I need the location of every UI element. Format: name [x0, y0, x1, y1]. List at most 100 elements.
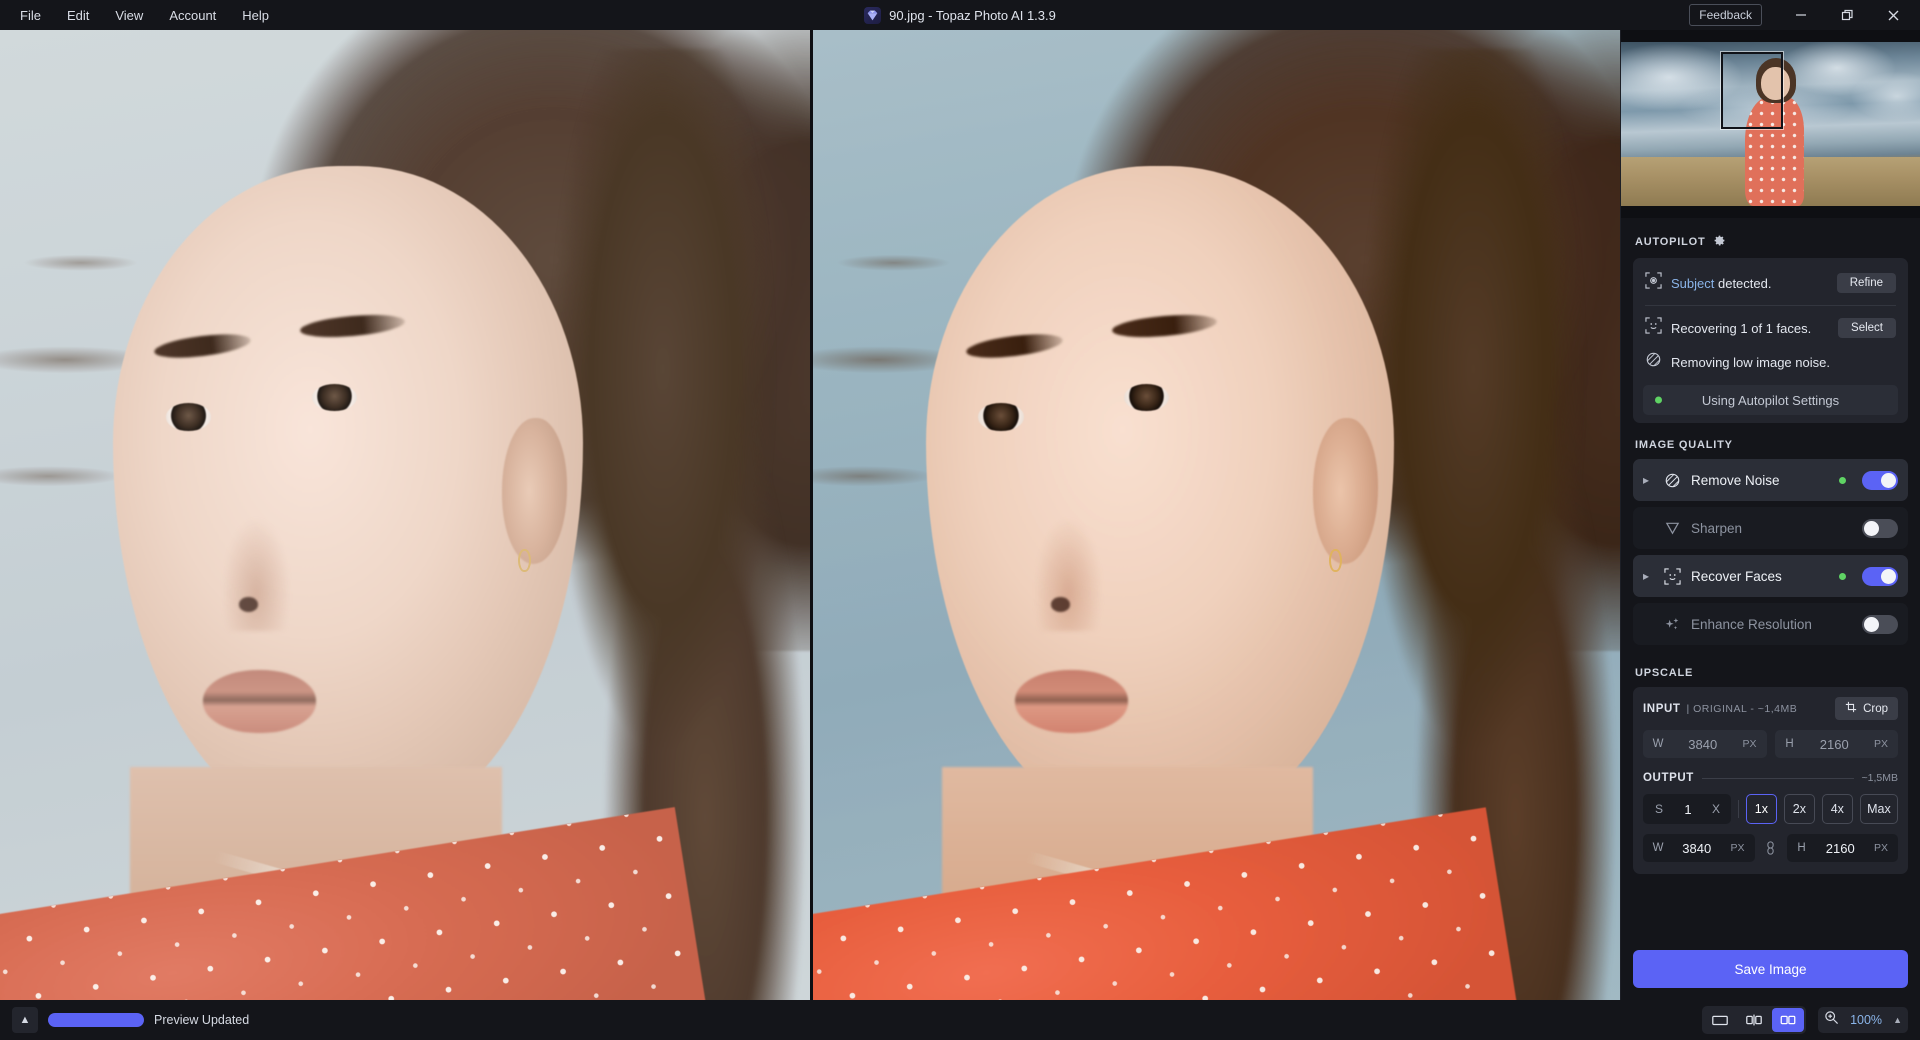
save-image-button[interactable]: Save Image [1633, 950, 1908, 988]
menu-edit[interactable]: Edit [55, 3, 101, 28]
scale-button-max[interactable]: Max [1859, 794, 1899, 824]
menu-file[interactable]: File [8, 3, 53, 28]
crop-label: Crop [1863, 702, 1888, 715]
chevron-up-icon[interactable]: ▲ [12, 1007, 38, 1033]
scale-button-1x[interactable]: 1x [1745, 794, 1777, 824]
output-height-field[interactable]: H 2160 PX [1786, 834, 1898, 862]
toggle-recover-faces[interactable] [1862, 566, 1898, 586]
menu-view[interactable]: View [103, 3, 155, 28]
input-header: INPUT | ORIGINAL - ~1,4MB Crop [1643, 697, 1898, 720]
scale-button-4x[interactable]: 4x [1821, 794, 1853, 824]
status-bar: ▲ Preview Updated 100% ▲ [0, 1000, 1920, 1040]
window-controls: Feedback [1689, 0, 1920, 30]
image-quality-title: IMAGE QUALITY [1635, 439, 1733, 451]
filter-row-remove-noise[interactable]: ▸ Remove Noise [1633, 459, 1908, 501]
crop-icon [1845, 701, 1857, 716]
input-height-unit: PX [1873, 738, 1888, 750]
scale-s-value[interactable]: 1 [1671, 802, 1705, 817]
autopilot-divider [1645, 305, 1896, 306]
filter-row-sharpen[interactable]: ▸ Sharpen [1633, 507, 1908, 549]
image-navigator[interactable] [1621, 30, 1920, 218]
zoom-group: 100% ▲ [1818, 1007, 1908, 1033]
minimize-icon[interactable] [1778, 0, 1824, 30]
view-mode-group [1702, 1006, 1807, 1034]
toggle-remove-noise[interactable] [1862, 470, 1898, 490]
autopilot-settings-label: Using Autopilot Settings [1701, 392, 1840, 408]
input-width-field[interactable]: W 3840 PX [1643, 730, 1767, 758]
chevron-right-icon[interactable]: ▸ [1639, 569, 1653, 583]
output-width-field[interactable]: W 3840 PX [1643, 834, 1755, 862]
zoom-level[interactable]: 100% [1847, 1013, 1885, 1027]
refine-button[interactable]: Refine [1836, 273, 1896, 293]
output-height-value[interactable]: 2160 [1816, 834, 1864, 862]
feedback-button[interactable]: Feedback [1689, 4, 1762, 26]
sharpen-icon [1661, 520, 1683, 537]
filter-row-recover-faces[interactable]: ▸ Recover Faces [1633, 555, 1908, 597]
progress-bar [48, 1013, 144, 1027]
chevron-right-icon[interactable]: ▸ [1639, 473, 1653, 487]
autopilot-status-dot [1655, 396, 1662, 404]
settings-panel: AUTOPILOT Subject detected. Refine Recov… [1621, 218, 1920, 938]
scale-button-2x[interactable]: 2x [1783, 794, 1815, 824]
view-single-icon[interactable] [1704, 1008, 1736, 1032]
menu-help[interactable]: Help [230, 3, 281, 28]
zoom-in-icon[interactable] [1824, 1010, 1839, 1030]
scale-custom-field[interactable]: S 1 X [1643, 794, 1731, 824]
view-split-icon[interactable] [1738, 1008, 1770, 1032]
output-header: OUTPUT ~1,5MB [1643, 772, 1898, 784]
crop-button[interactable]: Crop [1835, 697, 1898, 720]
scale-s-label: S [1654, 802, 1663, 816]
portrait-processed [813, 30, 1620, 1000]
input-width-label: W [1652, 738, 1664, 750]
output-divider [1701, 777, 1854, 779]
scale-s-unit: X [1711, 802, 1720, 816]
toggle-sharpen[interactable] [1862, 518, 1898, 538]
status-dot-remove-noise [1839, 476, 1846, 484]
caret-up-icon[interactable]: ▲ [1893, 1015, 1902, 1025]
image-quality-section-header: IMAGE QUALITY [1633, 423, 1908, 459]
denoise-icon [1645, 351, 1662, 373]
autopilot-subject-row: Subject detected. Refine [1643, 266, 1898, 300]
scale-controls: S 1 X 1x 2x 4x Max [1643, 794, 1899, 824]
face-detect-icon [1645, 317, 1662, 339]
filter-label-sharpen: Sharpen [1691, 520, 1743, 536]
menu-account[interactable]: Account [157, 3, 228, 28]
right-sidebar: AUTOPILOT Subject detected. Refine Recov… [1620, 30, 1920, 1000]
upscale-title: UPSCALE [1635, 667, 1694, 679]
portrait-original [0, 30, 810, 1000]
original-preview[interactable] [0, 30, 810, 1000]
faces-status-text: Recovering 1 of 1 faces. [1671, 320, 1812, 336]
close-icon[interactable] [1870, 0, 1916, 30]
face-detect-icon [1661, 567, 1683, 585]
output-height-label: H [1797, 842, 1806, 854]
upscale-section-header: UPSCALE [1633, 651, 1908, 687]
link-icon[interactable] [1763, 841, 1779, 855]
input-height-value[interactable]: 2160 [1804, 730, 1864, 758]
select-faces-button[interactable]: Select [1838, 318, 1896, 338]
subject-rest: detected. [1714, 275, 1772, 291]
toggle-enhance-resolution[interactable] [1862, 614, 1898, 634]
output-dimensions-row: W 3840 PX H 2160 PX [1643, 834, 1898, 862]
window-title-group: 90.jpg - Topaz Photo AI 1.3.9 [0, 0, 1920, 30]
using-autopilot-settings-button[interactable]: Using Autopilot Settings [1643, 385, 1898, 415]
input-dimensions-row: W 3840 PX H 2160 PX [1643, 730, 1898, 758]
input-width-value[interactable]: 3840 [1673, 730, 1733, 758]
maximize-icon[interactable] [1824, 0, 1870, 30]
filter-row-enhance-resolution[interactable]: ▸ Enhance Resolution [1633, 603, 1908, 645]
subject-detect-icon [1645, 272, 1662, 294]
filter-label-recover-faces: Recover Faces [1691, 568, 1782, 584]
output-height-unit: PX [1873, 842, 1888, 854]
image-canvas[interactable] [0, 30, 1620, 1000]
view-side-by-side-icon[interactable] [1772, 1008, 1805, 1032]
output-width-value[interactable]: 3840 [1673, 834, 1721, 862]
navigator-viewport-rect[interactable] [1721, 52, 1783, 129]
output-size: ~1,5MB [1861, 772, 1898, 784]
processed-preview[interactable] [810, 30, 1620, 1000]
gear-icon[interactable] [1713, 234, 1726, 250]
window-title: 90.jpg - Topaz Photo AI 1.3.9 [889, 7, 1056, 23]
output-width-unit: PX [1730, 842, 1745, 854]
input-height-field[interactable]: H 2160 PX [1774, 730, 1898, 758]
topaz-diamond-icon [864, 6, 882, 24]
noise-status-text: Removing low image noise. [1671, 354, 1830, 370]
status-text: Preview Updated [154, 1013, 250, 1027]
